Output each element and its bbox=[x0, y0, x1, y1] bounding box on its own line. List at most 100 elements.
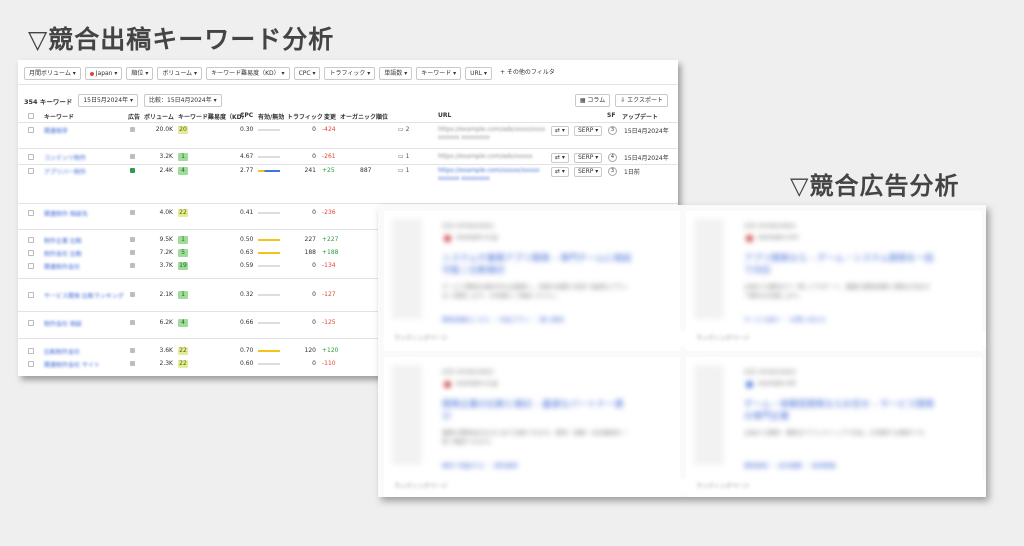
ad-site: example.co.jp bbox=[456, 380, 498, 387]
export-button[interactable]: ⇩ エクスポート bbox=[615, 94, 668, 107]
row-checkbox[interactable] bbox=[28, 320, 34, 326]
url-text[interactable]: https://example.com/xxxxx/xxxxx xxxxxx x… bbox=[438, 167, 548, 183]
ad-sitelinks[interactable]: サービス紹介 ｜ お問い合わせ bbox=[744, 315, 826, 324]
row-checkbox[interactable] bbox=[28, 168, 34, 174]
traffic-value: 120 bbox=[304, 347, 316, 354]
row-checkbox[interactable] bbox=[28, 361, 34, 367]
col-traffic[interactable]: トラフィック bbox=[287, 112, 323, 121]
ad-title[interactable]: アプリ開発なら – ゲーム・システム開発を一括で対応 bbox=[744, 253, 934, 277]
ad-sitelinks[interactable]: 開発事例 ｜ 会社概要 ｜ 採用情報 bbox=[744, 461, 836, 470]
competitor-ads-heading: ▽競合広告分析 bbox=[790, 172, 960, 200]
url-text[interactable]: https://example.com/ads/xxxx/xxxx xxxxxx… bbox=[438, 126, 548, 142]
paid-bar bbox=[258, 265, 280, 267]
ad-icon bbox=[130, 168, 135, 173]
col-keyword[interactable]: キーワード bbox=[44, 112, 74, 121]
cpc-value: 2.77 bbox=[240, 167, 254, 174]
col-sf[interactable]: SF bbox=[607, 112, 615, 119]
ad-card[interactable]: 広告 SPONSORED example.net ゲーム・体験型開発ならお任せ … bbox=[686, 357, 982, 497]
volume-value: 2.4K bbox=[159, 167, 173, 174]
table-row[interactable]: アプリバー制作 2.4K 4 2.77 241 +25 887 ▭ 1 http… bbox=[18, 167, 678, 197]
row-checkbox[interactable] bbox=[28, 292, 34, 298]
divider bbox=[18, 122, 678, 123]
row-checkbox[interactable] bbox=[28, 154, 34, 160]
volume-value: 20.0K bbox=[155, 126, 173, 133]
date-current-select[interactable]: 15日5月2024年 ▾ bbox=[78, 94, 138, 107]
sf-badge: 4 bbox=[608, 153, 617, 162]
date-compare-select[interactable]: 比較：15日4月2024年 ▾ bbox=[144, 94, 222, 107]
col-cpc[interactable]: CPC bbox=[240, 112, 253, 119]
col-volume[interactable]: ボリューム bbox=[144, 112, 174, 121]
keyword-link[interactable]: アプリバー制作 bbox=[44, 167, 86, 176]
cpc-value: 0.63 bbox=[240, 249, 254, 256]
ad-history-button[interactable]: ⇄ ▾ bbox=[551, 167, 569, 177]
keyword-link[interactable]: 関連制作会社 bbox=[44, 262, 80, 271]
col-organic[interactable]: オーガニック bbox=[340, 112, 376, 121]
keyword-link[interactable]: 制作会社 比較 bbox=[44, 249, 82, 258]
filter-country[interactable]: Japan ▾ bbox=[84, 67, 123, 80]
keyword-link[interactable]: 比較制作会社 bbox=[44, 347, 80, 356]
serp-button[interactable]: SERP ▾ bbox=[574, 126, 603, 136]
ad-sitelinks[interactable]: 開発実績はこちら ｜ 料金プラン ｜ 導入事例 bbox=[442, 315, 564, 324]
col-paid[interactable]: 有効/無効 bbox=[258, 112, 284, 121]
paid-bar bbox=[258, 156, 280, 158]
ad-history-button[interactable]: ⇄ ▾ bbox=[551, 126, 569, 136]
more-filters-button[interactable]: + その他のフィルタ bbox=[495, 67, 559, 78]
ad-icon bbox=[130, 250, 135, 255]
columns-button[interactable]: ▦ コラム bbox=[574, 94, 611, 107]
ad-icon bbox=[130, 127, 135, 132]
filter-keyword[interactable]: キーワード ▾ bbox=[416, 67, 462, 80]
table-header: キーワード 広告 ボリューム キーワード難易度（KD） CPC 有効/無効 トラ… bbox=[18, 112, 678, 122]
change-value: -261 bbox=[322, 153, 336, 160]
row-checkbox[interactable] bbox=[28, 263, 34, 269]
ad-card[interactable]: 広告 SPONSORED example.co.jp システムや業務アプリ開発 … bbox=[384, 211, 680, 351]
col-ad[interactable]: 広告 bbox=[128, 112, 140, 121]
url-text[interactable]: https://example.com/ads/xxxxx bbox=[438, 153, 548, 161]
filter-volume[interactable]: 月間ボリューム ▾ bbox=[24, 67, 81, 80]
row-checkbox[interactable] bbox=[28, 127, 34, 133]
ad-icon bbox=[130, 361, 135, 366]
cpc-value: 0.66 bbox=[240, 319, 254, 326]
filter-position[interactable]: 順位 ▾ bbox=[126, 67, 154, 80]
row-checkbox[interactable] bbox=[28, 210, 34, 216]
col-kd[interactable]: キーワード難易度（KD） bbox=[178, 112, 248, 121]
col-url[interactable]: URL bbox=[438, 112, 451, 119]
keyword-link[interactable]: 関連相手 bbox=[44, 126, 68, 135]
toolbar-right: ▦ コラム ⇩ エクスポート bbox=[574, 94, 668, 107]
filter-cpc[interactable]: CPC ▾ bbox=[293, 67, 321, 80]
row-checkbox[interactable] bbox=[28, 237, 34, 243]
ad-title[interactable]: ゲーム・体験型開発ならお任せ – サービス開発の専門企業 bbox=[744, 399, 934, 423]
filter-traffic[interactable]: トラフィック ▾ bbox=[324, 67, 376, 80]
filter-kd[interactable]: キーワード難易度（KD） ▾ bbox=[206, 67, 290, 80]
col-change[interactable]: 変更 bbox=[324, 112, 336, 121]
ad-sitelinks[interactable]: 無料で相談する ｜ 資料請求 bbox=[442, 461, 518, 470]
row-checkbox[interactable] bbox=[28, 250, 34, 256]
filter-url[interactable]: URL ▾ bbox=[465, 67, 492, 80]
ad-title[interactable]: 開発企業の比較と検討 – 最適なパートナー選び bbox=[442, 399, 632, 423]
keyword-link[interactable]: コンテンツ制作 bbox=[44, 153, 86, 162]
keyword-link[interactable]: 関連制作会社 サイト bbox=[44, 360, 100, 369]
change-value: -236 bbox=[322, 209, 336, 216]
keyword-link[interactable]: サービス開発 比較ランキング bbox=[44, 291, 124, 300]
col-updated[interactable]: アップデート bbox=[622, 112, 658, 121]
ad-card[interactable]: 広告 SPONSORED example.com アプリ開発なら – ゲーム・シ… bbox=[686, 211, 982, 351]
serp-button[interactable]: SERP ▾ bbox=[574, 153, 603, 163]
cpc-value: 0.30 bbox=[240, 126, 254, 133]
traffic-value: 0 bbox=[312, 319, 316, 326]
select-all-checkbox[interactable] bbox=[28, 113, 34, 119]
keyword-link[interactable]: 制作企業 比較 bbox=[44, 236, 82, 245]
serp-button[interactable]: SERP ▾ bbox=[574, 167, 603, 177]
keyword-link[interactable]: 制作会社 相談 bbox=[44, 319, 82, 328]
table-row[interactable]: コンテンツ制作 3.2K 1 4.67 0 -261 ▭ 1 https://e… bbox=[18, 153, 678, 163]
ad-thumbnail bbox=[694, 365, 724, 465]
updated-value: 1日前 bbox=[624, 169, 640, 176]
row-checkbox[interactable] bbox=[28, 348, 34, 354]
filter-word-count[interactable]: 単語数 ▾ bbox=[379, 67, 413, 80]
keyword-link[interactable]: 関連制作 相談先 bbox=[44, 209, 88, 218]
ad-card[interactable]: 広告 SPONSORED example.co.jp 開発企業の比較と検討 – … bbox=[384, 357, 680, 497]
col-position[interactable]: 順位 bbox=[376, 112, 388, 121]
updated-value: 15日4月2024年 bbox=[624, 128, 669, 135]
ad-title[interactable]: システムや業務アプリ開発 – 専門チームに相談可能 | 比較検討 bbox=[442, 253, 632, 277]
filter-vol2[interactable]: ボリューム ▾ bbox=[157, 67, 203, 80]
ad-history-button[interactable]: ⇄ ▾ bbox=[551, 153, 569, 163]
table-row[interactable]: 関連相手 20.0K 20 0.30 0 -424 ▭ 2 https://ex… bbox=[18, 126, 678, 146]
